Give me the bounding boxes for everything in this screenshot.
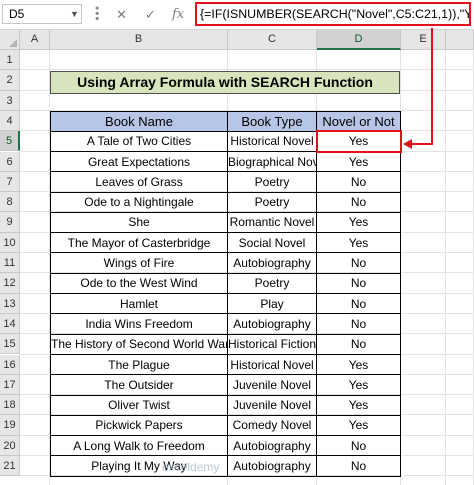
table-cell[interactable]: Hamlet (50, 293, 228, 315)
table-cell[interactable]: Autobiography (228, 456, 317, 477)
table-cell[interactable]: Autobiography (228, 313, 317, 335)
select-all-corner[interactable] (0, 30, 20, 50)
table-cell[interactable]: Comedy Novel (228, 415, 317, 437)
annotation-arrow-line (431, 28, 433, 145)
table-cell[interactable]: No (317, 192, 401, 213)
table-cell[interactable]: Poetry (228, 171, 317, 193)
row-header-15[interactable]: 15 (0, 334, 20, 355)
table-cell[interactable]: Autobiography (228, 253, 317, 274)
table-cell[interactable]: Pickwick Papers (50, 415, 228, 437)
table-header-cell[interactable]: Book Type (228, 110, 317, 132)
table-cell[interactable]: No (317, 456, 401, 477)
row-header-18[interactable]: 18 (0, 395, 20, 416)
gridline (445, 50, 446, 485)
table-header-cell[interactable]: Novel or Not (317, 110, 401, 132)
active-cell-highlight (316, 130, 402, 154)
table-cell[interactable]: A Tale of Two Cities (50, 131, 228, 152)
column-header-b[interactable]: B (50, 30, 228, 50)
formula-bar: D5 ▼ ••• ✕ ✓ fx {=IF(ISNUMBER(SEARCH("No… (0, 0, 474, 30)
worksheet-grid: A B C D E 1 2 3 4 5 6 7 8 9 10 11 12 13 14 15 16 17 18 19 20 21 Us… (0, 30, 474, 485)
table-cell[interactable]: She (50, 212, 228, 234)
sheet-title: Using Array Formula with SEARCH Function (50, 71, 400, 95)
table-cell[interactable]: Juvenile Novel (228, 395, 317, 416)
table-cell[interactable]: Yes (317, 354, 401, 376)
column-header-c[interactable]: C (228, 30, 317, 50)
row-header-7[interactable]: 7 (0, 171, 20, 193)
name-box-value: D5 (9, 7, 25, 21)
more-options-icon[interactable]: ••• (90, 6, 104, 22)
row-header-17[interactable]: 17 (0, 374, 20, 396)
table-cell[interactable]: Ode to the West Wind (50, 273, 228, 295)
row-header-11[interactable]: 11 (0, 253, 20, 274)
watermark-logo: exceldemy (162, 460, 219, 474)
table-cell[interactable]: No (317, 253, 401, 274)
table-cell[interactable]: No (317, 334, 401, 355)
row-header-13[interactable]: 13 (0, 293, 20, 314)
table-cell[interactable]: Leaves of Grass (50, 171, 228, 193)
enter-icon[interactable]: ✓ (145, 5, 156, 25)
insert-function-icon[interactable]: fx (172, 5, 184, 25)
table-cell[interactable]: Yes (317, 374, 401, 396)
row-header-3[interactable]: 3 (0, 90, 20, 111)
table-cell[interactable]: Juvenile Novel (228, 374, 317, 396)
table-cell[interactable]: The Mayor of Casterbridge (50, 232, 228, 254)
table-cell[interactable]: Historical Novel (228, 354, 317, 376)
table-cell[interactable]: Great Expectations (50, 151, 228, 173)
table-cell[interactable]: Yes (317, 395, 401, 416)
table-cell[interactable]: Social Novel (228, 232, 317, 254)
table-cell[interactable]: Yes (317, 212, 401, 234)
row-header-9[interactable]: 9 (0, 212, 20, 233)
table-cell[interactable]: Wings of Fire (50, 253, 228, 274)
table-cell[interactable]: The History of Second World War (50, 334, 228, 355)
row-header-16[interactable]: 16 (0, 354, 20, 375)
table-cell[interactable]: Autobiography (228, 435, 317, 457)
column-header-d[interactable]: D (317, 30, 401, 50)
table-cell[interactable]: Play (228, 293, 317, 315)
table-cell[interactable]: Oliver Twist (50, 395, 228, 416)
row-header-20[interactable]: 20 (0, 435, 20, 456)
row-header-21[interactable]: 21 (0, 456, 20, 477)
row-header-12[interactable]: 12 (0, 273, 20, 294)
row-header-14[interactable]: 14 (0, 313, 20, 335)
table-cell[interactable]: The Outsider (50, 374, 228, 396)
gridline (20, 69, 474, 71)
watermark-text: exceldemy (162, 460, 220, 474)
table-cell[interactable]: Historical Fiction (228, 334, 317, 355)
formula-input[interactable]: {=IF(ISNUMBER(SEARCH("Novel",C5:C21,1)),… (195, 2, 471, 26)
table-cell[interactable]: India Wins Freedom (50, 313, 228, 335)
annotation-arrow-line (412, 143, 433, 145)
table-cell[interactable]: No (317, 313, 401, 335)
table-cell[interactable]: The Plague (50, 354, 228, 376)
table-cell[interactable]: No (317, 435, 401, 457)
table-cell[interactable]: Poetry (228, 192, 317, 213)
row-header-1[interactable]: 1 (0, 50, 20, 71)
column-header-f[interactable] (446, 30, 474, 50)
table-cell[interactable]: No (317, 273, 401, 295)
row-header-5[interactable]: 5 (0, 131, 20, 152)
cancel-icon[interactable]: ✕ (116, 5, 127, 25)
table-cell[interactable]: No (317, 171, 401, 193)
chevron-down-icon[interactable]: ▼ (70, 4, 79, 24)
row-header-4[interactable]: 4 (0, 110, 20, 132)
table-cell[interactable]: Ode to a Nightingale (50, 192, 228, 213)
table-cell[interactable]: Romantic Novel (228, 212, 317, 234)
table-cell[interactable]: A Long Walk to Freedom (50, 435, 228, 457)
row-header-2[interactable]: 2 (0, 70, 20, 91)
table-cell[interactable]: Yes (317, 151, 401, 173)
row-header-6[interactable]: 6 (0, 151, 20, 172)
row-header-19[interactable]: 19 (0, 415, 20, 436)
column-header-e[interactable]: E (401, 30, 446, 50)
formula-text: {=IF(ISNUMBER(SEARCH("Novel",C5:C21,1)),… (200, 7, 471, 21)
row-header-8[interactable]: 8 (0, 192, 20, 213)
table-cell[interactable]: Poetry (228, 273, 317, 295)
table-cell[interactable]: Historical Novel (228, 131, 317, 152)
table-cell[interactable]: Yes (317, 415, 401, 437)
table-cell[interactable]: No (317, 293, 401, 315)
table-header-cell[interactable]: Book Name (50, 110, 228, 132)
row-header-10[interactable]: 10 (0, 232, 20, 253)
table-cell[interactable]: Yes (317, 232, 401, 254)
table-cell[interactable]: Biographical Novel (228, 151, 317, 173)
arrow-left-icon (403, 139, 412, 149)
column-header-a[interactable]: A (20, 30, 50, 50)
